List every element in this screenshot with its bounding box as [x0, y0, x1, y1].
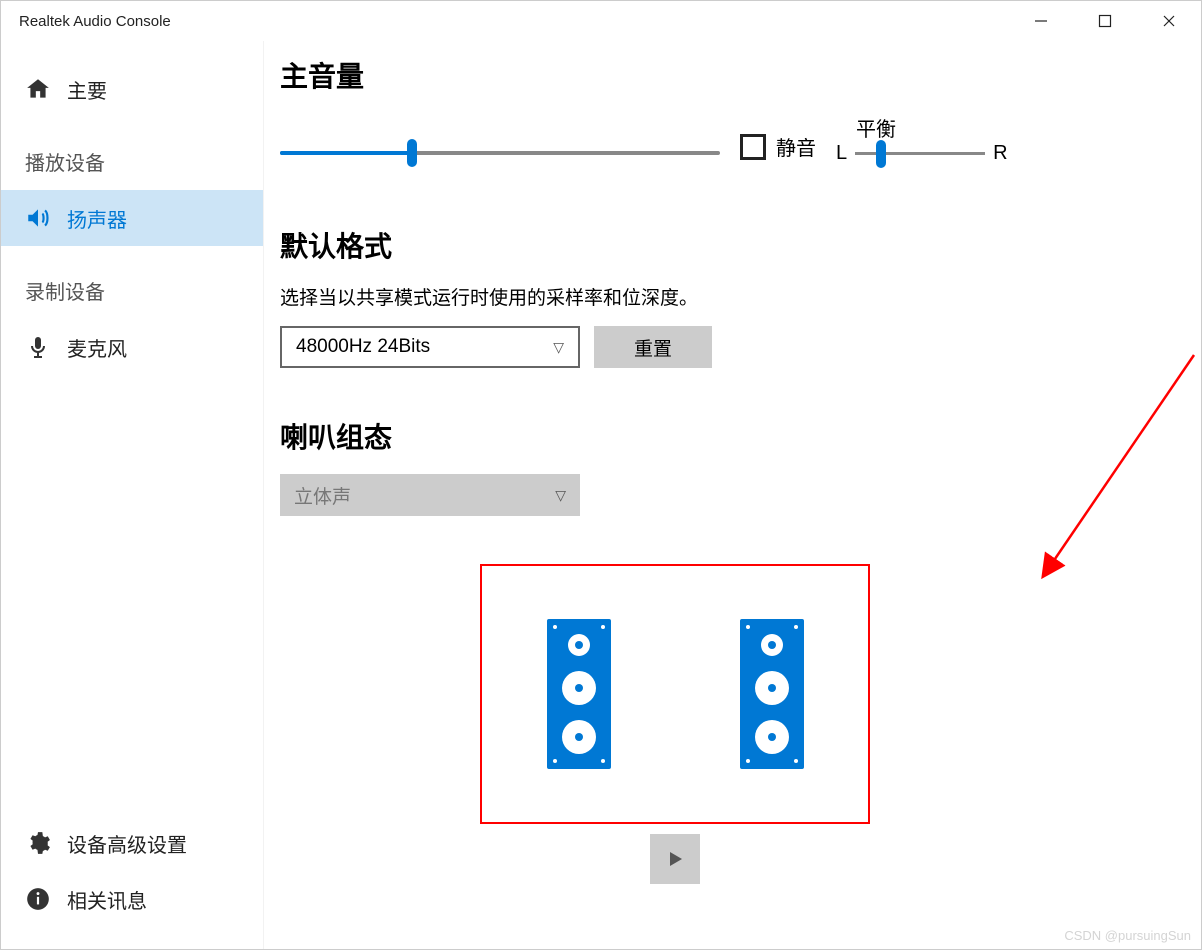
volume-title: 主音量 [280, 55, 1173, 95]
close-button[interactable] [1137, 1, 1201, 41]
play-icon [665, 849, 685, 869]
left-speaker[interactable] [547, 619, 611, 769]
config-value: 立体声 [294, 482, 351, 509]
titlebar: Realtek Audio Console [1, 1, 1201, 41]
balance-left-label: L [836, 142, 847, 165]
nav-info-label: 相关讯息 [67, 885, 147, 914]
nav-main-label: 主要 [67, 75, 107, 104]
format-value: 48000Hz 24Bits [296, 336, 430, 358]
window-controls [1009, 1, 1201, 41]
nav-microphone[interactable]: 麦克风 [1, 319, 263, 375]
right-speaker[interactable] [740, 619, 804, 769]
balance-right-label: R [993, 142, 1007, 165]
chevron-down-icon: ▽ [555, 487, 566, 504]
content: 主音量 静音 平衡 L R 默认格式 选择当 [263, 41, 1201, 949]
nav-speaker-label: 扬声器 [67, 204, 127, 233]
volume-slider[interactable] [280, 151, 720, 155]
volume-row: 静音 平衡 L R [280, 113, 1173, 165]
mute-checkbox[interactable]: 静音 [740, 132, 816, 161]
nav-speaker[interactable]: 扬声器 [1, 190, 263, 246]
speaker-icon [25, 205, 51, 231]
microphone-icon [25, 334, 51, 360]
record-section-label: 录制设备 [1, 250, 263, 315]
format-description: 选择当以共享模式运行时使用的采样率和位深度。 [280, 283, 1173, 310]
gear-icon [25, 830, 51, 856]
config-title: 喇叭组态 [280, 416, 1173, 456]
play-button[interactable] [650, 834, 700, 884]
mute-label: 静音 [776, 132, 816, 161]
sidebar: 主要 播放设备 扬声器 录制设备 麦克风 设备高级设置 [1, 41, 263, 949]
balance-control: 平衡 L R [836, 113, 1008, 165]
checkbox-icon [740, 134, 766, 160]
nav-microphone-label: 麦克风 [67, 333, 127, 362]
format-title: 默认格式 [280, 225, 1173, 265]
reset-label: 重置 [634, 334, 672, 361]
config-dropdown[interactable]: 立体声 ▽ [280, 474, 580, 516]
balance-slider[interactable] [855, 152, 985, 155]
reset-button[interactable]: 重置 [594, 326, 712, 368]
speaker-diagram [480, 564, 870, 824]
info-icon [25, 886, 51, 912]
balance-label: 平衡 [856, 113, 896, 142]
maximize-button[interactable] [1073, 1, 1137, 41]
nav-advanced-label: 设备高级设置 [67, 829, 187, 858]
nav-main[interactable]: 主要 [1, 61, 263, 117]
window-title: Realtek Audio Console [19, 13, 171, 30]
format-dropdown[interactable]: 48000Hz 24Bits ▽ [280, 326, 580, 368]
nav-advanced[interactable]: 设备高级设置 [1, 815, 263, 871]
chevron-down-icon: ▽ [553, 339, 564, 356]
playback-section-label: 播放设备 [1, 121, 263, 186]
minimize-button[interactable] [1009, 1, 1073, 41]
home-icon [25, 76, 51, 102]
nav-info[interactable]: 相关讯息 [1, 871, 263, 927]
